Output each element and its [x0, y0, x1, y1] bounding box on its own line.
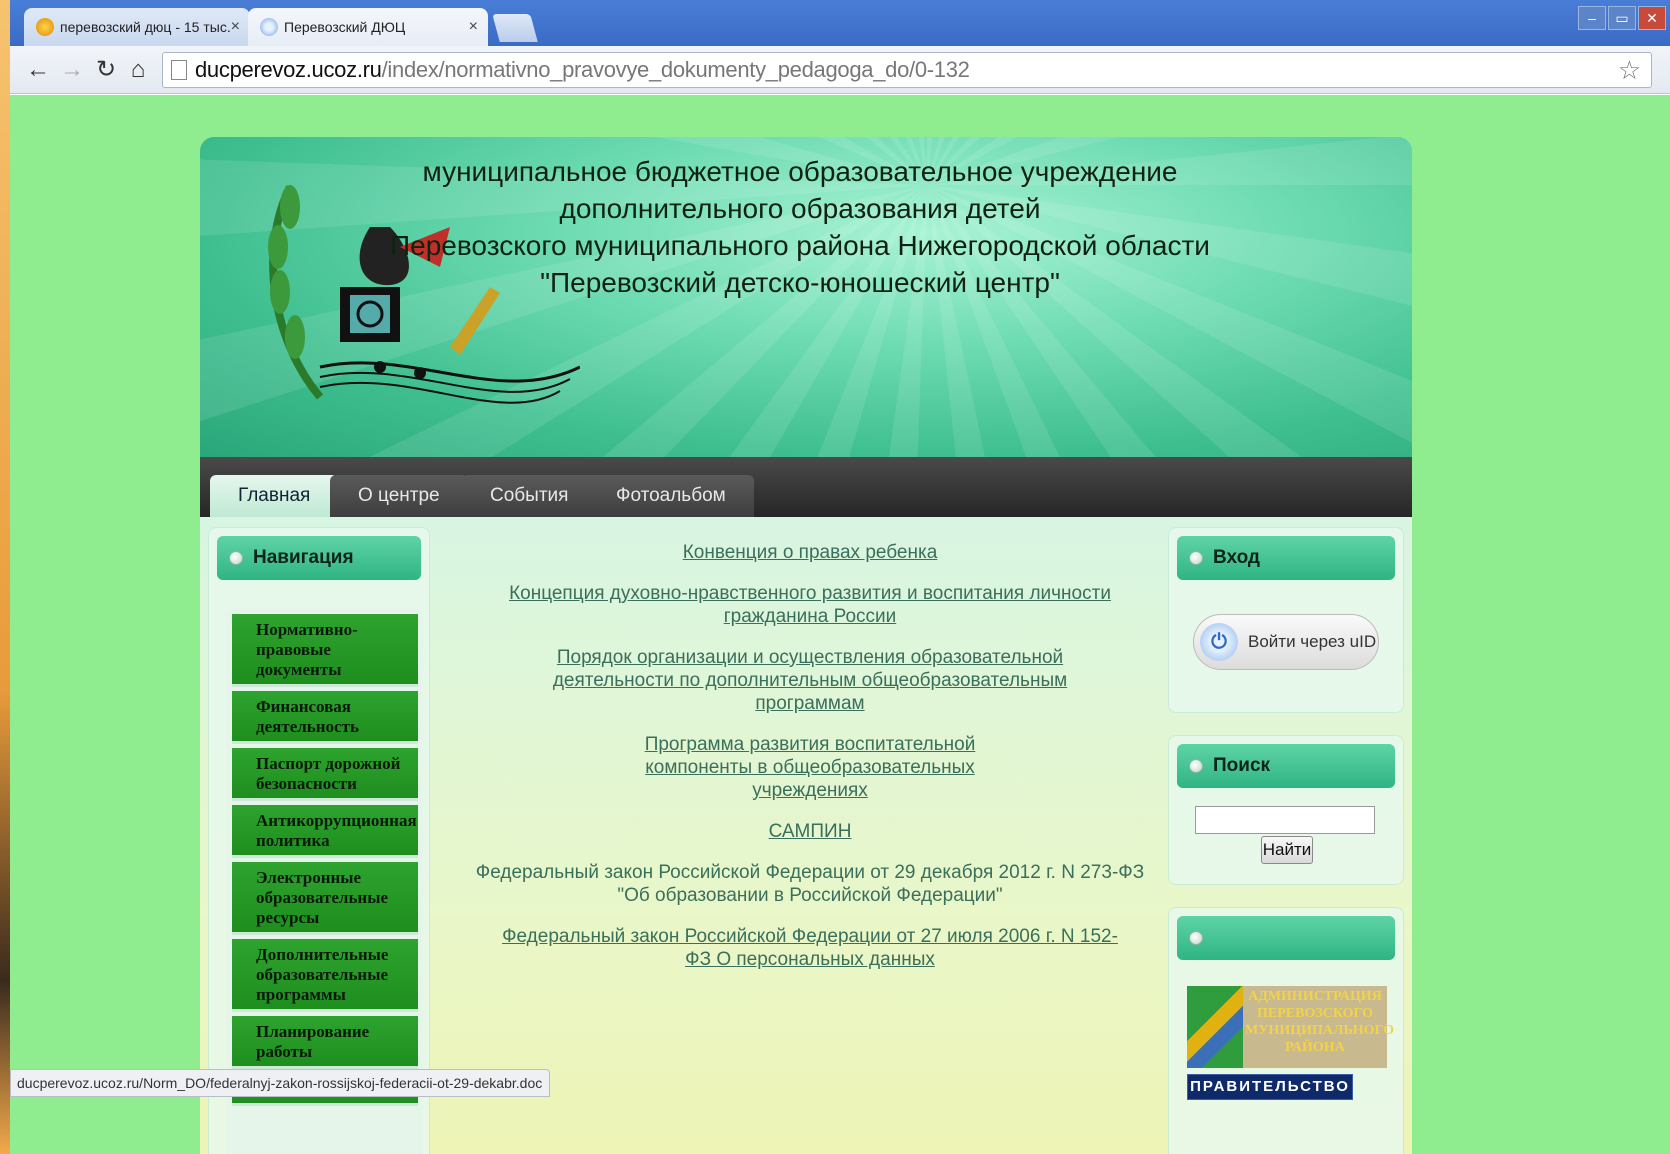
doc-link[interactable]: Федеральный закон Российской Федерации о…	[490, 925, 1130, 971]
doc-link[interactable]: САМПИН	[710, 820, 910, 843]
panel-title: Вход	[1213, 547, 1260, 568]
site-container: муниципальное бюджетное образовательное …	[200, 137, 1412, 1154]
home-icon[interactable]: ⌂	[124, 56, 152, 84]
menu-item-normative-docs[interactable]: Нормативно- правовые документы	[232, 614, 418, 687]
close-icon[interactable]: ×	[469, 8, 478, 46]
doc-link[interactable]: Порядок организации и осуществления обра…	[530, 646, 1090, 715]
title-line: дополнительного образования детей	[559, 193, 1041, 224]
site-title: муниципальное бюджетное образовательное …	[390, 153, 1210, 301]
doc-text: Федеральный закон Российской Федерации о…	[475, 862, 1145, 906]
bullet-icon	[229, 551, 243, 565]
bullet-icon	[1189, 759, 1203, 773]
nav-photo-album[interactable]: Фотоальбом	[588, 475, 754, 517]
document-list: Конвенция о правах ребенка Концепция дух…	[460, 517, 1160, 971]
tab-strip: перевозский дюц - 15 тыс. × Перевозский …	[10, 0, 1670, 46]
search-input[interactable]	[1195, 806, 1375, 834]
ucoz-favicon-icon	[260, 18, 278, 36]
back-icon[interactable]: ←	[24, 56, 52, 84]
forward-icon[interactable]: →	[58, 56, 86, 84]
menu-item-planning[interactable]: Планирование работы	[232, 1016, 418, 1069]
browser-window: перевозский дюц - 15 тыс. × Перевозский …	[10, 0, 1670, 1154]
title-line: муниципальное бюджетное образовательное …	[422, 156, 1178, 187]
tab-label: Перевозский ДЮЦ	[284, 19, 406, 35]
status-bar: ducperevoz.ucoz.ru/Norm_DO/federalnyj-za…	[10, 1069, 550, 1097]
url-text: ducperevoz.ucoz.ru/index/normativno_prav…	[195, 57, 970, 82]
content-area: Навигация Нормативно- правовые документы…	[200, 517, 1412, 1154]
maximize-button[interactable]: ▭	[1608, 6, 1636, 30]
power-icon: ⏻	[1200, 623, 1238, 661]
navigation-panel: Навигация Нормативно- правовые документы…	[208, 527, 430, 1154]
doc-link[interactable]: Конвенция о правах ребенка	[650, 541, 970, 564]
links-panel-header	[1177, 916, 1395, 960]
links-panel: АДМИНИСТРАЦИЯ ПЕРЕВОЗСКОГО МУНИЦИПАЛЬНОГ…	[1168, 907, 1404, 1154]
nav-events[interactable]: События	[462, 475, 597, 517]
main-nav: Главная О центре События Фотоальбом	[200, 457, 1412, 517]
menu-item-programs[interactable]: Дополнительные образовательные программы	[232, 939, 418, 1012]
site-header: муниципальное бюджетное образовательное …	[200, 137, 1412, 457]
reload-icon[interactable]: ↻	[92, 56, 120, 84]
uid-login-button[interactable]: ⏻ Войти через uID	[1193, 614, 1379, 670]
button-label: Войти через uID	[1248, 632, 1377, 651]
tab-search-results[interactable]: перевозский дюц - 15 тыс. ×	[24, 8, 250, 46]
title-line: Перевозского муниципального района Нижег…	[390, 230, 1210, 261]
page-viewport: муниципальное бюджетное образовательное …	[10, 95, 1670, 1154]
bookmark-star-icon[interactable]: ☆	[1618, 55, 1641, 86]
menu-item-road-safety[interactable]: Паспорт дорожной безопасности	[232, 748, 418, 801]
panel-title: Навигация	[253, 547, 354, 568]
new-tab-button[interactable]	[492, 14, 538, 42]
nav-about[interactable]: О центре	[330, 475, 468, 517]
navigation-panel-header: Навигация	[217, 536, 421, 580]
bullet-icon	[1189, 551, 1203, 565]
banner-text: АДМИНИСТРАЦИЯ ПЕРЕВОЗСКОГО МУНИЦИПАЛЬНОГ…	[1245, 989, 1394, 1055]
search-button[interactable]: Найти	[1261, 836, 1313, 864]
close-icon[interactable]: ×	[231, 8, 240, 46]
address-bar[interactable]: ducperevoz.ucoz.ru/index/normativno_prav…	[162, 52, 1652, 88]
nav-home[interactable]: Главная	[210, 475, 339, 517]
tab-perevozsky-duc[interactable]: Перевозский ДЮЦ ×	[248, 8, 488, 46]
minimize-button[interactable]: –	[1578, 6, 1606, 30]
government-banner[interactable]: ПРАВИТЕЛЬСТВО	[1187, 1074, 1353, 1100]
doc-link[interactable]: Программа развития воспитательной компон…	[590, 733, 1030, 802]
doc-link[interactable]: Концепция духовно-нравственного развития…	[475, 582, 1145, 628]
menu-item-e-resources[interactable]: Электронные образовательные ресурсы	[232, 862, 418, 935]
title-line: "Перевозский детско-юношеский центр"	[540, 267, 1060, 298]
login-panel-header: Вход	[1177, 536, 1395, 580]
menu-item-anticorruption[interactable]: Антикоррупционная политика	[232, 805, 418, 858]
search-favicon-icon	[36, 18, 54, 36]
panel-title: Поиск	[1213, 755, 1271, 776]
tab-label: перевозский дюц - 15 тыс.	[60, 19, 231, 35]
bullet-icon	[1189, 931, 1203, 945]
search-panel: Поиск Найти	[1168, 735, 1404, 885]
page-icon	[171, 60, 187, 80]
administration-banner[interactable]: АДМИНИСТРАЦИЯ ПЕРЕВОЗСКОГО МУНИЦИПАЛЬНОГ…	[1187, 986, 1394, 1068]
close-window-button[interactable]: ✕	[1638, 6, 1666, 30]
browser-toolbar: ← → ↻ ⌂ ducperevoz.ucoz.ru/index/normati…	[10, 46, 1670, 94]
login-panel: Вход ⏻ Войти через uID	[1168, 527, 1404, 713]
search-panel-header: Поиск	[1177, 744, 1395, 788]
menu-item-finance[interactable]: Финансовая деятельность	[232, 691, 418, 744]
district-flag-icon	[1187, 986, 1243, 1068]
